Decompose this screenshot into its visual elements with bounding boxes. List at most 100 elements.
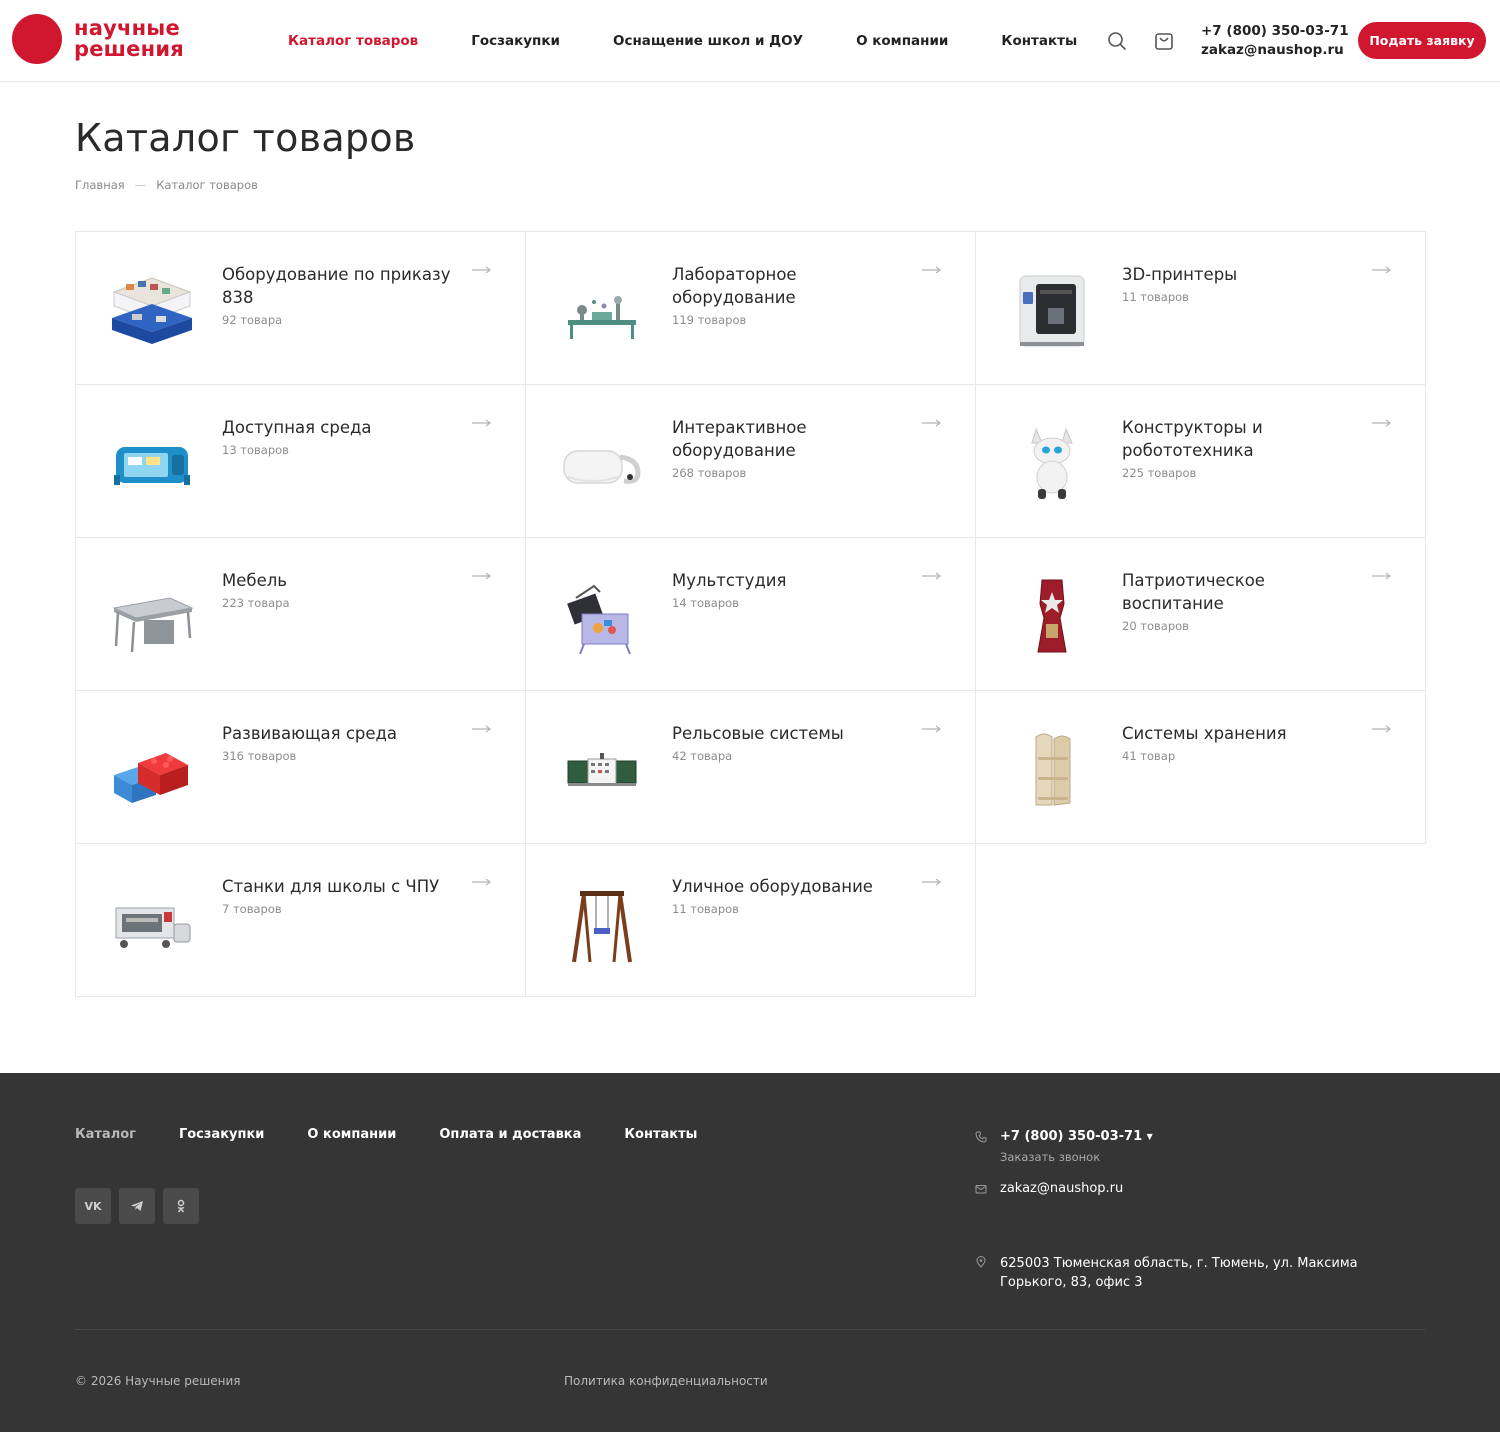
category-count: 14 товаров (672, 596, 739, 610)
category-card-development-environment[interactable]: Развивающая среда 316 товаров (75, 690, 526, 844)
submit-request-button[interactable]: Подать заявку (1358, 22, 1486, 59)
nav-catalog[interactable]: Каталог товаров (288, 33, 418, 49)
order-callback-link[interactable]: Заказать звонок (1000, 1150, 1100, 1164)
cnc-machine-image (115, 907, 191, 948)
category-card-rail-systems[interactable]: Рельсовые системы 42 товара (525, 690, 976, 844)
category-count: 225 товаров (1122, 466, 1197, 480)
arrow-right-icon (922, 725, 941, 733)
category-card-storage-systems[interactable]: Системы хранения 41 товар (975, 690, 1426, 844)
category-card-lab-equipment[interactable]: Лабораторное оборудование 119 товаров (525, 231, 976, 385)
category-title: Системы хранения (1122, 724, 1287, 743)
category-count: 316 товаров (222, 749, 297, 763)
category-count: 268 товаров (672, 466, 747, 480)
copyright: © 2026 Научные решения (75, 1374, 241, 1388)
category-count: 7 товаров (222, 902, 282, 916)
category-title: Интерактивное оборудование (672, 418, 807, 460)
lab-equipment-image (568, 296, 636, 339)
nav-about[interactable]: О компании (856, 33, 948, 49)
category-count: 223 товара (222, 596, 290, 610)
chevron-down-icon[interactable]: ▼ (1147, 1132, 1153, 1141)
arrow-right-icon (1372, 725, 1391, 733)
category-title: Станки для школы с ЧПУ (222, 877, 440, 896)
category-count: 11 товаров (672, 902, 739, 916)
footer-divider (75, 1329, 1425, 1330)
footer-email[interactable]: zakaz@naushop.ru (1000, 1181, 1123, 1196)
arrow-right-icon (472, 419, 491, 427)
category-title: Лабораторное оборудование (672, 265, 797, 307)
main-nav: Каталог товаров Госзакупки Оснащение шко… (288, 0, 1130, 82)
category-count: 119 товаров (672, 313, 747, 327)
category-card-order-838[interactable]: Оборудование по приказу 838 92 товара (75, 231, 526, 385)
site-footer: Каталог Госзакупки О компании Оплата и д… (0, 1073, 1500, 1432)
location-pin-icon (976, 1256, 986, 1268)
category-title: Оборудование по приказу 838 (222, 265, 451, 307)
footer-address: 625003 Тюменская область, г. Тюмень, ул.… (1000, 1256, 1358, 1290)
nav-school-equipment[interactable]: Оснащение школ и ДОУ (613, 33, 803, 49)
category-title: Развивающая среда (222, 724, 398, 743)
arrow-right-icon (472, 878, 491, 886)
vk-icon[interactable]: VK (75, 1188, 111, 1224)
category-card-cnc-machines[interactable]: Станки для школы с ЧПУ 7 товаров (75, 843, 526, 997)
nav-contacts[interactable]: Контакты (1001, 33, 1077, 49)
header-email[interactable]: zakaz@naushop.ru (1201, 41, 1349, 60)
storage-tray-image (112, 277, 192, 344)
arrow-right-icon (922, 572, 941, 580)
footer-nav: Каталог Госзакупки О компании Оплата и д… (75, 1127, 740, 1142)
category-card-robotics[interactable]: Конструкторы и робототехника 225 товаров (975, 384, 1426, 538)
desk-image (112, 597, 194, 653)
arrow-right-icon (1372, 419, 1391, 427)
privacy-policy-link[interactable]: Политика конфиденциальности (564, 1374, 768, 1388)
patriotic-stand-image (1037, 579, 1067, 653)
animation-studio-image (567, 584, 631, 655)
shelf-image (1035, 733, 1071, 806)
mail-icon (975, 1185, 987, 1194)
header-phone[interactable]: +7 (800) 350-03-71 (1201, 22, 1349, 41)
arrow-right-icon (922, 878, 941, 886)
logo[interactable]: научные решения (12, 14, 184, 64)
footer-nav-catalog[interactable]: Каталог (75, 1127, 136, 1142)
category-card-interactive-equipment[interactable]: Интерактивное оборудование 268 товаров (525, 384, 976, 538)
category-title: Конструкторы и робототехника (1122, 418, 1263, 460)
category-title: Мультстудия (672, 571, 787, 590)
arrow-right-icon (1372, 266, 1391, 274)
footer-nav-contacts[interactable]: Контакты (624, 1127, 697, 1142)
arrow-right-icon (472, 266, 491, 274)
logo-text: научные решения (74, 18, 184, 60)
robot-dog-image (1031, 427, 1073, 499)
page-title: Каталог товаров (75, 116, 416, 160)
search-icon[interactable] (1106, 30, 1128, 52)
logo-line-2: решения (74, 37, 184, 61)
category-count: 42 товара (672, 749, 733, 763)
odnoklassniki-icon[interactable] (163, 1188, 199, 1224)
footer-nav-about[interactable]: О компании (307, 1127, 396, 1142)
category-card-3d-printers[interactable]: 3D-принтеры 11 товаров (975, 231, 1426, 385)
category-title: 3D-принтеры (1122, 265, 1238, 284)
logo-line-1: научные (74, 16, 180, 40)
breadcrumb-current: Каталог товаров (156, 178, 258, 192)
category-title: Рельсовые системы (672, 724, 844, 743)
breadcrumb-separator: — (134, 178, 147, 192)
site-header: научные решения Каталог товаров Госзакуп… (0, 0, 1500, 82)
footer-phone[interactable]: +7 (800) 350-03-71 ▼ (1000, 1129, 1153, 1144)
vr-headset-image (563, 450, 641, 484)
category-title: Мебель (222, 571, 287, 590)
arrow-right-icon (1372, 572, 1391, 580)
logo-mark (12, 14, 62, 64)
category-card-accessible-environment[interactable]: Доступная среда 13 товаров (75, 384, 526, 538)
telegram-icon[interactable] (119, 1188, 155, 1224)
arrow-right-icon (472, 725, 491, 733)
phone-icon (975, 1131, 987, 1143)
footer-nav-payment-delivery[interactable]: Оплата и доставка (439, 1127, 581, 1142)
nav-procurement[interactable]: Госзакупки (471, 33, 560, 49)
category-count: 20 товаров (1122, 619, 1189, 633)
category-card-animation-studio[interactable]: Мультстудия 14 товаров (525, 537, 976, 691)
category-card-furniture[interactable]: Мебель 223 товара (75, 537, 526, 691)
arrow-right-icon (922, 419, 941, 427)
category-card-outdoor-equipment[interactable]: Уличное оборудование 11 товаров (525, 843, 976, 997)
category-card-patriotic[interactable]: Патриотическое воспитание 20 товаров (975, 537, 1426, 691)
3d-printer-image (1019, 275, 1085, 347)
category-count: 92 товара (222, 313, 283, 327)
breadcrumb-home[interactable]: Главная (75, 178, 125, 192)
cart-icon[interactable] (1153, 30, 1175, 52)
footer-nav-procurement[interactable]: Госзакупки (179, 1127, 264, 1142)
